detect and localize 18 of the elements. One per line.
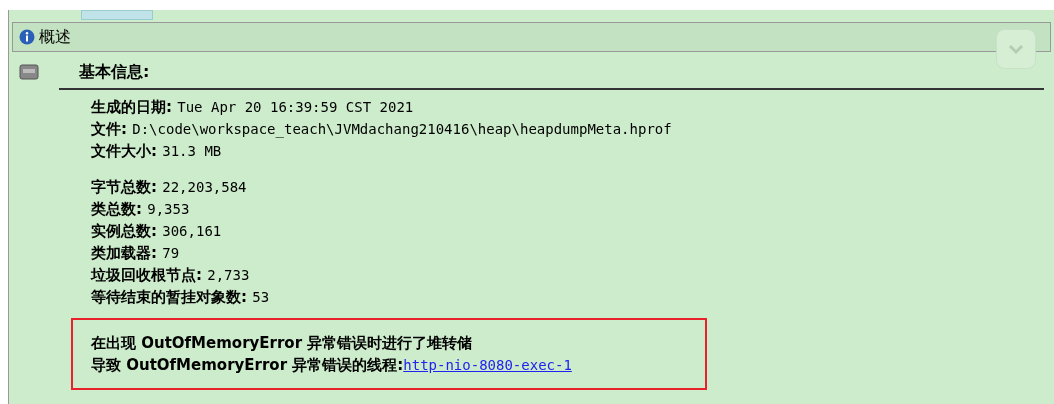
- info-line: 文件大小: 31.3 MB: [91, 141, 223, 162]
- chevron-down-icon[interactable]: [996, 29, 1036, 69]
- info-line: 类总数: 9,353: [91, 199, 191, 220]
- info-line: 字节总数: 22,203,584: [91, 177, 248, 198]
- info-line: 类加载器: 79: [91, 243, 181, 264]
- thread-link[interactable]: http-nio-8080-exec-1: [403, 354, 572, 376]
- header-title: 概述: [39, 26, 71, 48]
- notice-line: 在出现 OutOfMemoryError 异常错误时进行了堆转储: [91, 333, 474, 354]
- info-line: 垃圾回收根节点: 2,733: [91, 265, 251, 286]
- section-title: 基本信息:: [79, 61, 150, 83]
- info-icon: [19, 29, 35, 45]
- memory-chip-icon: [19, 64, 39, 80]
- info-line: 文件: D:\code\workspace_teach\JVMdachang210416\heap\heapdumpMeta.hprof: [91, 119, 673, 140]
- notice-line: 导致 OutOfMemoryError 异常错误的线程:: [91, 355, 404, 376]
- info-line: 等待结束的暂挂对象数: 53: [91, 287, 271, 308]
- tab[interactable]: [81, 10, 153, 20]
- info-line: 实例总数: 306,161: [91, 221, 223, 242]
- info-line: 生成的日期: Tue Apr 20 16:39:59 CST 2021: [91, 97, 415, 118]
